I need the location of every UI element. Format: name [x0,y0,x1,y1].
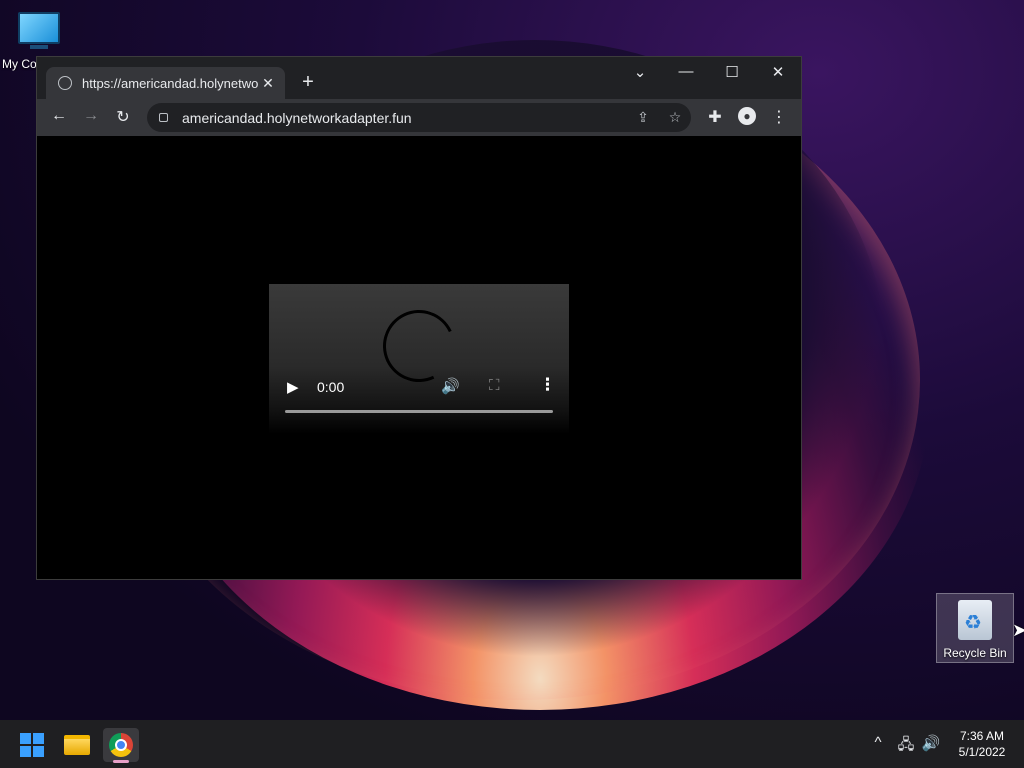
active-app-indicator [113,760,129,763]
recycle-symbol-icon: ♻ [964,612,982,634]
browser-window: https://americandad.holynetwork ✕ + ⌄ — … [36,56,802,580]
clock-date: 5/1/2022 [958,745,1006,759]
start-button[interactable] [14,728,50,762]
profile-avatar-icon: ● [738,107,756,125]
reload-button[interactable]: ↻ [111,107,135,127]
chrome-icon [109,733,133,757]
back-button[interactable]: ← [47,107,71,125]
desktop-icon-recycle-bin[interactable]: ♻ Recycle Bin [936,593,1014,663]
seek-bar[interactable] [285,410,553,413]
clock[interactable]: 7:36 AM 5/1/2022 [946,728,1018,760]
forward-button[interactable]: → [79,107,103,125]
taskbar: ^ 🖧 🔊 7:36 AM 5/1/2022 [0,720,1024,768]
address-bar[interactable]: americandad.holynetworkadapter.fun ⇪ ☆ [147,103,691,132]
mute-button[interactable]: 🔊 [441,377,460,395]
share-icon[interactable]: ⇪ [627,109,659,126]
browser-toolbar: ← → ↻ americandad.holynetworkadapter.fun… [37,99,801,136]
mouse-cursor-icon: ➤ [1012,620,1024,640]
minimize-button[interactable]: — [671,63,701,80]
computer-icon [18,12,60,44]
folder-icon [64,735,90,755]
network-icon[interactable]: 🖧 [894,734,918,759]
clock-time: 7:36 AM [959,729,1005,743]
chrome-taskbar-button[interactable] [103,728,139,762]
volume-icon[interactable]: 🔊 [919,734,943,752]
page-viewport: ▶ 0:00 🔊 ⛶ ⋮ [37,136,801,579]
tab-strip: https://americandad.holynetwork ✕ + ⌄ — … [37,57,801,99]
maximize-button[interactable]: ☐ [717,63,747,81]
bookmark-star-icon[interactable]: ☆ [659,109,691,126]
lock-icon [159,113,168,122]
profile-button[interactable]: ● [735,107,759,125]
video-player[interactable]: ▶ 0:00 🔊 ⛶ ⋮ [269,284,569,434]
recycle-bin-icon: ♻ [958,600,992,640]
file-explorer-button[interactable] [59,728,95,762]
tab-title: https://americandad.holynetwork [82,75,259,91]
browser-tab[interactable]: https://americandad.holynetwork ✕ [46,67,285,99]
show-hidden-icons-button[interactable]: ^ [866,734,890,751]
extensions-icon[interactable]: ✚ [703,107,727,127]
desktop-icon-label: My Co [2,57,37,71]
close-window-button[interactable]: ✕ [763,63,793,81]
play-button[interactable]: ▶ [287,378,299,396]
new-tab-button[interactable]: + [297,71,319,94]
desktop-icon-label: Recycle Bin [943,646,1007,660]
video-time: 0:00 [317,379,345,395]
windows-logo-icon [20,733,44,757]
address-url[interactable]: americandad.holynetworkadapter.fun [182,110,627,126]
tab-close-button[interactable]: ✕ [259,75,277,92]
fullscreen-button[interactable]: ⛶ [489,377,500,394]
globe-icon [58,76,72,90]
browser-menu-button[interactable]: ⋮ [767,107,791,127]
video-options-button[interactable]: ⋮ [539,375,556,395]
computer-stand [30,45,48,49]
tab-search-button[interactable]: ⌄ [625,63,655,81]
